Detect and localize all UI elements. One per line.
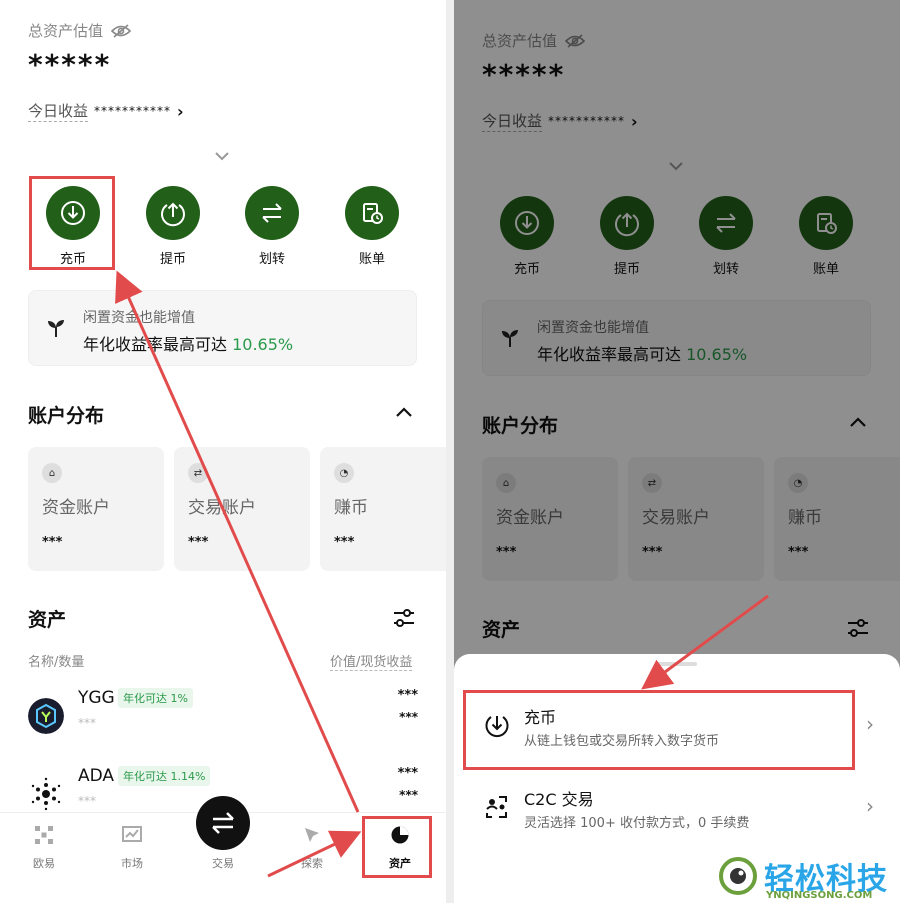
- highlight-deposit-action: [29, 176, 115, 270]
- c2c-trade-option[interactable]: C2C 交易 灵活选择 100+ 收付款方式，0 手续费 ›: [462, 772, 892, 842]
- c2c-icon: [486, 796, 507, 818]
- bill-button[interactable]: 账单: [337, 186, 407, 267]
- total-label-text: 总资产估值: [28, 22, 104, 40]
- assets-screen: 总资产估值 ***** 今日收益 *********** › 充币 提币 划转: [0, 0, 446, 903]
- asset-symbol: YGG: [78, 688, 115, 708]
- account-value: ***: [334, 535, 355, 550]
- nav-explore[interactable]: 探索: [272, 813, 352, 881]
- nav-label: 交易: [212, 857, 234, 870]
- asset-pnl: ***: [399, 710, 418, 724]
- asset-pnl: ***: [399, 788, 418, 802]
- piggy-icon: ◔: [334, 463, 354, 483]
- bill-icon: [345, 186, 399, 240]
- total-assets-value: *****: [28, 48, 112, 81]
- watermark-logo-icon: [719, 857, 757, 895]
- today-earnings-label: 今日收益: [28, 102, 89, 122]
- account-name: 交易账户: [188, 498, 256, 518]
- panel-divider: [446, 0, 454, 903]
- apy-badge: 年化可达 1.14%: [118, 766, 211, 786]
- trade-fab-button[interactable]: [196, 796, 250, 850]
- chevron-down-icon[interactable]: [212, 146, 232, 166]
- nav-market[interactable]: 市场: [92, 813, 172, 881]
- account-value: ***: [188, 535, 209, 550]
- asset-row-ygg[interactable]: YGG 年化可达 1% *** *** ***: [28, 688, 418, 748]
- highlight-deposit-option: [463, 690, 855, 770]
- sheet-handle[interactable]: [657, 662, 697, 666]
- account-name: 资金账户: [42, 498, 110, 518]
- account-name: 赚币: [334, 498, 368, 518]
- watermark: 轻松科技 YNQINGSONG.COM: [718, 852, 900, 903]
- asset-amount: ***: [78, 716, 96, 730]
- ada-logo-icon: [28, 776, 64, 812]
- sprout-icon: [48, 320, 64, 337]
- today-earnings[interactable]: 今日收益 *********** ›: [28, 100, 184, 122]
- withdraw-icon: [146, 186, 200, 240]
- ygg-logo-icon: [28, 698, 64, 734]
- chevron-right-icon: ›: [177, 101, 184, 121]
- left-screenshot: 总资产估值 ***** 今日收益 *********** › 充币 提币 划转: [0, 0, 446, 903]
- chevron-right-icon: ›: [866, 794, 874, 818]
- eye-off-icon[interactable]: [111, 23, 132, 38]
- bag-icon: ⌂: [42, 463, 62, 483]
- transfer-icon: [245, 186, 299, 240]
- account-cards: ⌂ 资金账户 *** ⇄ 交易账户 *** ◔ 赚币 ***: [28, 447, 446, 571]
- funding-account-card[interactable]: ⌂ 资金账户 ***: [28, 447, 164, 571]
- promo-rate: 10.65%: [232, 335, 294, 354]
- option-description: 灵活选择 100+ 收付款方式，0 手续费: [524, 816, 750, 831]
- account-value: ***: [42, 535, 63, 550]
- transfer-arrows-icon: [212, 812, 234, 834]
- transfer-label: 划转: [258, 252, 285, 267]
- withdraw-button[interactable]: 提币: [138, 186, 208, 267]
- highlight-assets-tab: [362, 816, 432, 878]
- promo-line1: 闲置资金也能增值: [83, 310, 195, 326]
- nav-okx[interactable]: 欧易: [4, 813, 84, 881]
- apy-badge: 年化可达 1%: [118, 688, 193, 708]
- assets-title: 资产: [28, 609, 67, 631]
- chevron-up-icon[interactable]: [394, 404, 414, 420]
- asset-symbol: ADA: [78, 766, 115, 786]
- bill-label: 账单: [358, 252, 385, 267]
- filter-sliders-icon[interactable]: [392, 607, 416, 629]
- chevron-right-icon: ›: [866, 712, 874, 736]
- transfer-button[interactable]: 划转: [237, 186, 307, 267]
- explore-icon: [305, 828, 319, 842]
- asset-amount: ***: [78, 794, 96, 808]
- asset-value: ***: [397, 688, 418, 703]
- promo-line2-text: 年化收益率最高可达: [83, 335, 228, 354]
- withdraw-label: 提币: [159, 252, 186, 267]
- watermark-url: YNQINGSONG.COM: [766, 890, 873, 901]
- exchange-icon: ⇄: [188, 463, 208, 483]
- column-name-quantity: 名称/数量: [28, 655, 85, 670]
- earn-promo-card[interactable]: 闲置资金也能增值 年化收益率最高可达 10.65%: [28, 290, 417, 366]
- market-icon: [122, 826, 142, 842]
- okx-icon: [35, 826, 53, 844]
- total-assets-label: 总资产估值: [28, 20, 132, 41]
- asset-value: ***: [397, 766, 418, 781]
- nav-label: 市场: [121, 857, 143, 870]
- promo-line2: 年化收益率最高可达 10.65%: [83, 331, 293, 355]
- nav-label: 探索: [301, 857, 323, 870]
- today-earnings-value: ***********: [94, 104, 172, 118]
- distribution-title: 账户分布: [28, 405, 105, 427]
- earn-account-card[interactable]: ◔ 赚币 ***: [320, 447, 446, 571]
- option-title: C2C 交易: [524, 790, 594, 809]
- trading-account-card[interactable]: ⇄ 交易账户 ***: [174, 447, 310, 571]
- nav-label: 欧易: [33, 857, 55, 870]
- column-value-pnl[interactable]: 价值/现货收益: [330, 651, 413, 671]
